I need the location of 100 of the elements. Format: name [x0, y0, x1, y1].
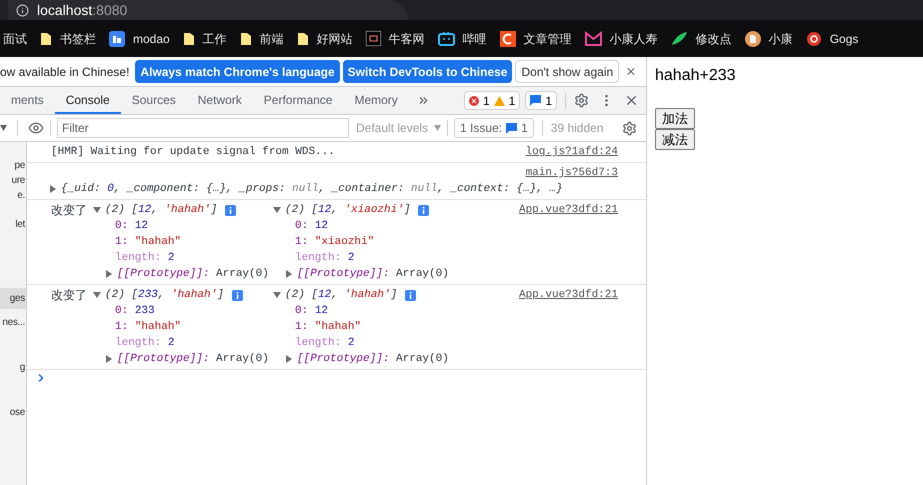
- source-link[interactable]: log.js?1afd:24: [526, 144, 618, 160]
- bookmark[interactable]: 牛客网: [366, 30, 425, 48]
- folder-icon: [296, 32, 309, 46]
- close-icon[interactable]: [625, 65, 637, 78]
- array-property: 0: 12: [295, 304, 328, 319]
- devtools-tab[interactable]: Performance: [252, 87, 344, 114]
- expanded-arrow-icon[interactable]: [273, 291, 281, 299]
- page-text: hahah+233: [655, 66, 737, 86]
- letter-c-icon: [500, 30, 516, 46]
- bookmark[interactable]: 前端: [240, 30, 284, 48]
- error-icon: [468, 96, 479, 106]
- expanded-arrow-icon[interactable]: [273, 206, 281, 214]
- bookmark[interactable]: 工作: [182, 30, 227, 48]
- expanded-arrow-icon[interactable]: [93, 206, 101, 214]
- sidebar-item[interactable]: g: [0, 360, 26, 375]
- eye-icon[interactable]: [28, 120, 44, 136]
- info-icon[interactable]: [16, 4, 29, 16]
- info-icon: [225, 204, 236, 216]
- banner-button[interactable]: Don't show again: [515, 60, 620, 83]
- source-link[interactable]: App.vue?3dfd:21: [518, 287, 618, 367]
- array-property: 1: "hahah": [295, 320, 362, 335]
- info-icon: [418, 204, 430, 216]
- bookmark[interactable]: 小康人寿: [584, 30, 658, 48]
- bookmark[interactable]: 文章管理: [500, 30, 572, 48]
- banner-button[interactable]: Always match Chrome's language: [135, 60, 340, 83]
- array-summary: (2) [12, 'hahah']: [105, 203, 218, 218]
- page-button[interactable]: 加法: [655, 108, 695, 129]
- close-icon[interactable]: [624, 93, 639, 108]
- devtools-tab[interactable]: ments: [0, 87, 55, 114]
- bookmark[interactable]: 哔哩: [438, 30, 487, 48]
- bookmark[interactable]: 书签栏: [40, 30, 96, 48]
- bookmark[interactable]: 小康: [744, 30, 793, 48]
- sidebar-item[interactable]: let: [0, 217, 26, 232]
- mail-icon: [584, 31, 602, 46]
- bookmark[interactable]: 修改点: [670, 30, 732, 48]
- warning-icon: [494, 96, 505, 106]
- log-label: 改变了: [51, 202, 87, 219]
- array-property: 1: "xiaozhi": [295, 235, 374, 250]
- settings-icon[interactable]: [622, 120, 637, 136]
- array-property: 0: 12: [295, 219, 328, 234]
- banner-text: ow available in Chinese!: [0, 64, 130, 80]
- devtools-tab[interactable]: Console: [54, 87, 121, 114]
- expanded-arrow-icon[interactable]: [93, 291, 101, 299]
- issues-label: 1 Issue:: [460, 120, 502, 137]
- array-property: length: 2: [295, 251, 354, 266]
- bookmark[interactable]: Gogs: [806, 30, 858, 48]
- log-message: [HMR] Waiting for update signal from WDS...: [51, 145, 335, 160]
- sidebar-item[interactable]: ose: [0, 405, 26, 420]
- devtools-tab[interactable]: Sources: [120, 87, 187, 114]
- message-counter[interactable]: 1: [525, 91, 557, 110]
- object-preview: {_uid: 0, _component: {…}, _props: null, _container: null, _context: {…}, …}: [61, 182, 563, 197]
- array-summary: (2) [233, 'hahah']: [105, 288, 224, 303]
- collapsed-arrow-icon[interactable]: [285, 355, 293, 363]
- devtools-tab[interactable]: Network: [186, 87, 253, 114]
- folder-icon: [40, 32, 52, 46]
- issues-count: 1: [521, 120, 528, 137]
- page-button[interactable]: 减法: [655, 129, 695, 150]
- array-property: length: 2: [115, 251, 174, 266]
- banner-button[interactable]: Switch DevTools to Chinese: [342, 60, 512, 83]
- hidden-count: 39 hidden: [550, 120, 604, 137]
- issues-button[interactable]: 1 Issue: 1: [454, 118, 534, 138]
- message-count: 1: [545, 92, 552, 110]
- message-icon: [506, 122, 518, 134]
- array-property: 1: "hahah": [115, 235, 182, 250]
- bookmark[interactable]: 面试: [3, 30, 27, 48]
- array-summary: (2) [12, 'hahah']: [285, 288, 398, 303]
- tv-icon: [438, 31, 455, 46]
- settings-icon[interactable]: [574, 93, 589, 108]
- bookmark[interactable]: modao: [109, 30, 170, 48]
- leaf-icon: [670, 31, 688, 46]
- source-link[interactable]: main.js?56d7:3: [526, 165, 618, 181]
- more-tabs-icon[interactable]: [416, 94, 430, 107]
- devtools-tab[interactable]: Memory: [343, 87, 409, 114]
- collapsed-arrow-icon[interactable]: [105, 355, 113, 363]
- collapsed-arrow-icon[interactable]: [105, 270, 113, 278]
- info-icon: [405, 290, 416, 300]
- sidebar-item[interactable]: ure: [0, 173, 26, 188]
- source-link[interactable]: App.vue?3dfd:21: [518, 202, 618, 282]
- dropdown-caret-icon[interactable]: [0, 125, 7, 131]
- array-property: length: 2: [295, 336, 354, 351]
- array-property: 1: "hahah": [115, 320, 182, 335]
- sidebar-item[interactable]: ges: [0, 288, 26, 309]
- filter-field[interactable]: Filter: [57, 118, 349, 138]
- issue-counter[interactable]: 1 1: [464, 91, 520, 110]
- sidebar-item[interactable]: nes...: [0, 315, 26, 330]
- array-property: 0: 233: [115, 304, 155, 319]
- error-count: 1: [482, 92, 490, 110]
- folder-icon: [240, 32, 252, 46]
- app-icon: [109, 30, 125, 46]
- dropdown-caret-icon: [434, 125, 442, 131]
- log-label: 改变了: [51, 287, 87, 304]
- folder-icon: [182, 32, 195, 46]
- bookmark[interactable]: 好网站: [296, 30, 353, 48]
- warning-count: 1: [508, 92, 516, 110]
- collapsed-arrow-icon[interactable]: [49, 185, 57, 193]
- sidebar-item[interactable]: e.: [0, 188, 26, 203]
- array-property: 0: 12: [115, 219, 148, 234]
- collapsed-arrow-icon[interactable]: [285, 270, 293, 278]
- sidebar-item[interactable]: pe: [0, 158, 26, 173]
- document-icon: [744, 30, 761, 46]
